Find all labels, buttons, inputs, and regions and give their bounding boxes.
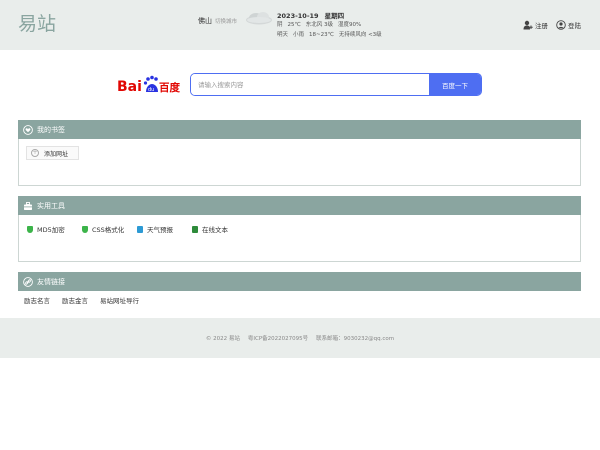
svg-text:百度: 百度 <box>159 81 180 94</box>
friend-link[interactable]: 励志金言 <box>62 295 88 305</box>
tomorrow-wind: 无持续风向 <3级 <box>338 32 382 38</box>
bookmarks-title: 我的书签 <box>37 125 65 134</box>
shield-icon <box>27 225 33 233</box>
baidu-logo[interactable]: Bai du 百度 <box>117 73 181 95</box>
site-logo[interactable]: 易站 <box>18 10 60 36</box>
tomorrow-label: 明天 <box>277 32 289 38</box>
city-selector[interactable]: 佛山 切换城市 <box>198 16 237 26</box>
user-circle-icon <box>556 20 566 30</box>
plus-icon: + <box>31 149 39 157</box>
login-button[interactable]: 登陆 <box>556 20 581 30</box>
tool-md5-label: MD5加密 <box>37 226 65 234</box>
link-icon <box>23 276 33 287</box>
city-name: 佛山 <box>198 17 212 25</box>
tool-weather[interactable]: 天气预报 <box>137 224 173 234</box>
links-header: 友情链接 <box>18 272 581 291</box>
heart-icon <box>23 124 33 135</box>
cloud-icon <box>246 12 272 25</box>
toolbox-icon <box>24 201 32 210</box>
svg-text:易站: 易站 <box>18 13 56 35</box>
tool-css-format[interactable]: CSS格式化 <box>82 224 124 234</box>
weather-weekday: 星期四 <box>324 12 345 20</box>
tool-md5[interactable]: MD5加密 <box>27 224 65 234</box>
friend-link[interactable]: 励志名言 <box>24 295 50 305</box>
today-condition: 阴 <box>277 22 283 28</box>
add-site-label: 添加网址 <box>44 150 69 158</box>
footer-copyright: © 2022 易站 <box>205 336 240 342</box>
svg-text:Bai: Bai <box>117 79 142 95</box>
top-bar: 易站 佛山 切换城市 2023-10-19 星期四 阴 25℃ 东北风 3级 湿度90% … <box>0 0 600 50</box>
add-site-button[interactable]: + 添加网址 <box>26 146 79 160</box>
weather-tomorrow: 明天 小雨 18~23℃ 无持续风向 <3级 <box>277 30 387 38</box>
today-temp: 25℃ <box>287 22 301 28</box>
search-form: 百度一下 <box>190 73 482 96</box>
svg-text:du: du <box>148 87 154 93</box>
tool-text-label: 在线文本 <box>202 226 228 234</box>
tomorrow-condition: 小雨 <box>293 32 305 38</box>
search-input[interactable] <box>191 74 429 95</box>
bookmarks-panel <box>18 139 581 186</box>
bookmarks-header: 我的书签 <box>18 120 581 139</box>
weather-icon <box>137 225 143 233</box>
tools-panel <box>18 215 581 262</box>
add-user-icon <box>523 20 533 30</box>
tool-css-label: CSS格式化 <box>92 226 125 234</box>
register-button[interactable]: 注册 <box>523 20 548 30</box>
tomorrow-temp: 18~23℃ <box>309 32 334 38</box>
switch-city-link[interactable]: 切换城市 <box>215 19 237 25</box>
weather-date: 2023-10-19 <box>277 12 319 20</box>
search-button[interactable]: 百度一下 <box>429 74 481 95</box>
tools-header: 实用工具 <box>18 196 581 215</box>
tools-title: 实用工具 <box>37 201 65 210</box>
footer-contact: 联系邮箱：9030232@qq.com <box>316 336 395 342</box>
css-icon <box>82 225 88 233</box>
tool-weather-label: 天气预报 <box>147 226 173 234</box>
tool-online-text[interactable]: 在线文本 <box>192 224 228 234</box>
text-icon <box>192 225 198 233</box>
today-humidity: 湿度90% <box>337 22 362 28</box>
footer-icp-link[interactable]: 粤ICP备2022027095号 <box>248 334 308 342</box>
footer: © 2022 易站 粤ICP备2022027095号 联系邮箱：9030232@… <box>0 318 600 358</box>
friend-link[interactable]: 易站网址导行 <box>100 295 139 305</box>
weather-today: 阴 25℃ 东北风 3级 湿度90% <box>277 20 366 28</box>
weather-date-line: 2023-10-19 星期四 <box>277 10 350 20</box>
login-label: 登陆 <box>568 22 581 30</box>
register-label: 注册 <box>535 22 548 30</box>
today-wind: 东北风 3级 <box>305 22 333 28</box>
links-title: 友情链接 <box>37 277 65 286</box>
